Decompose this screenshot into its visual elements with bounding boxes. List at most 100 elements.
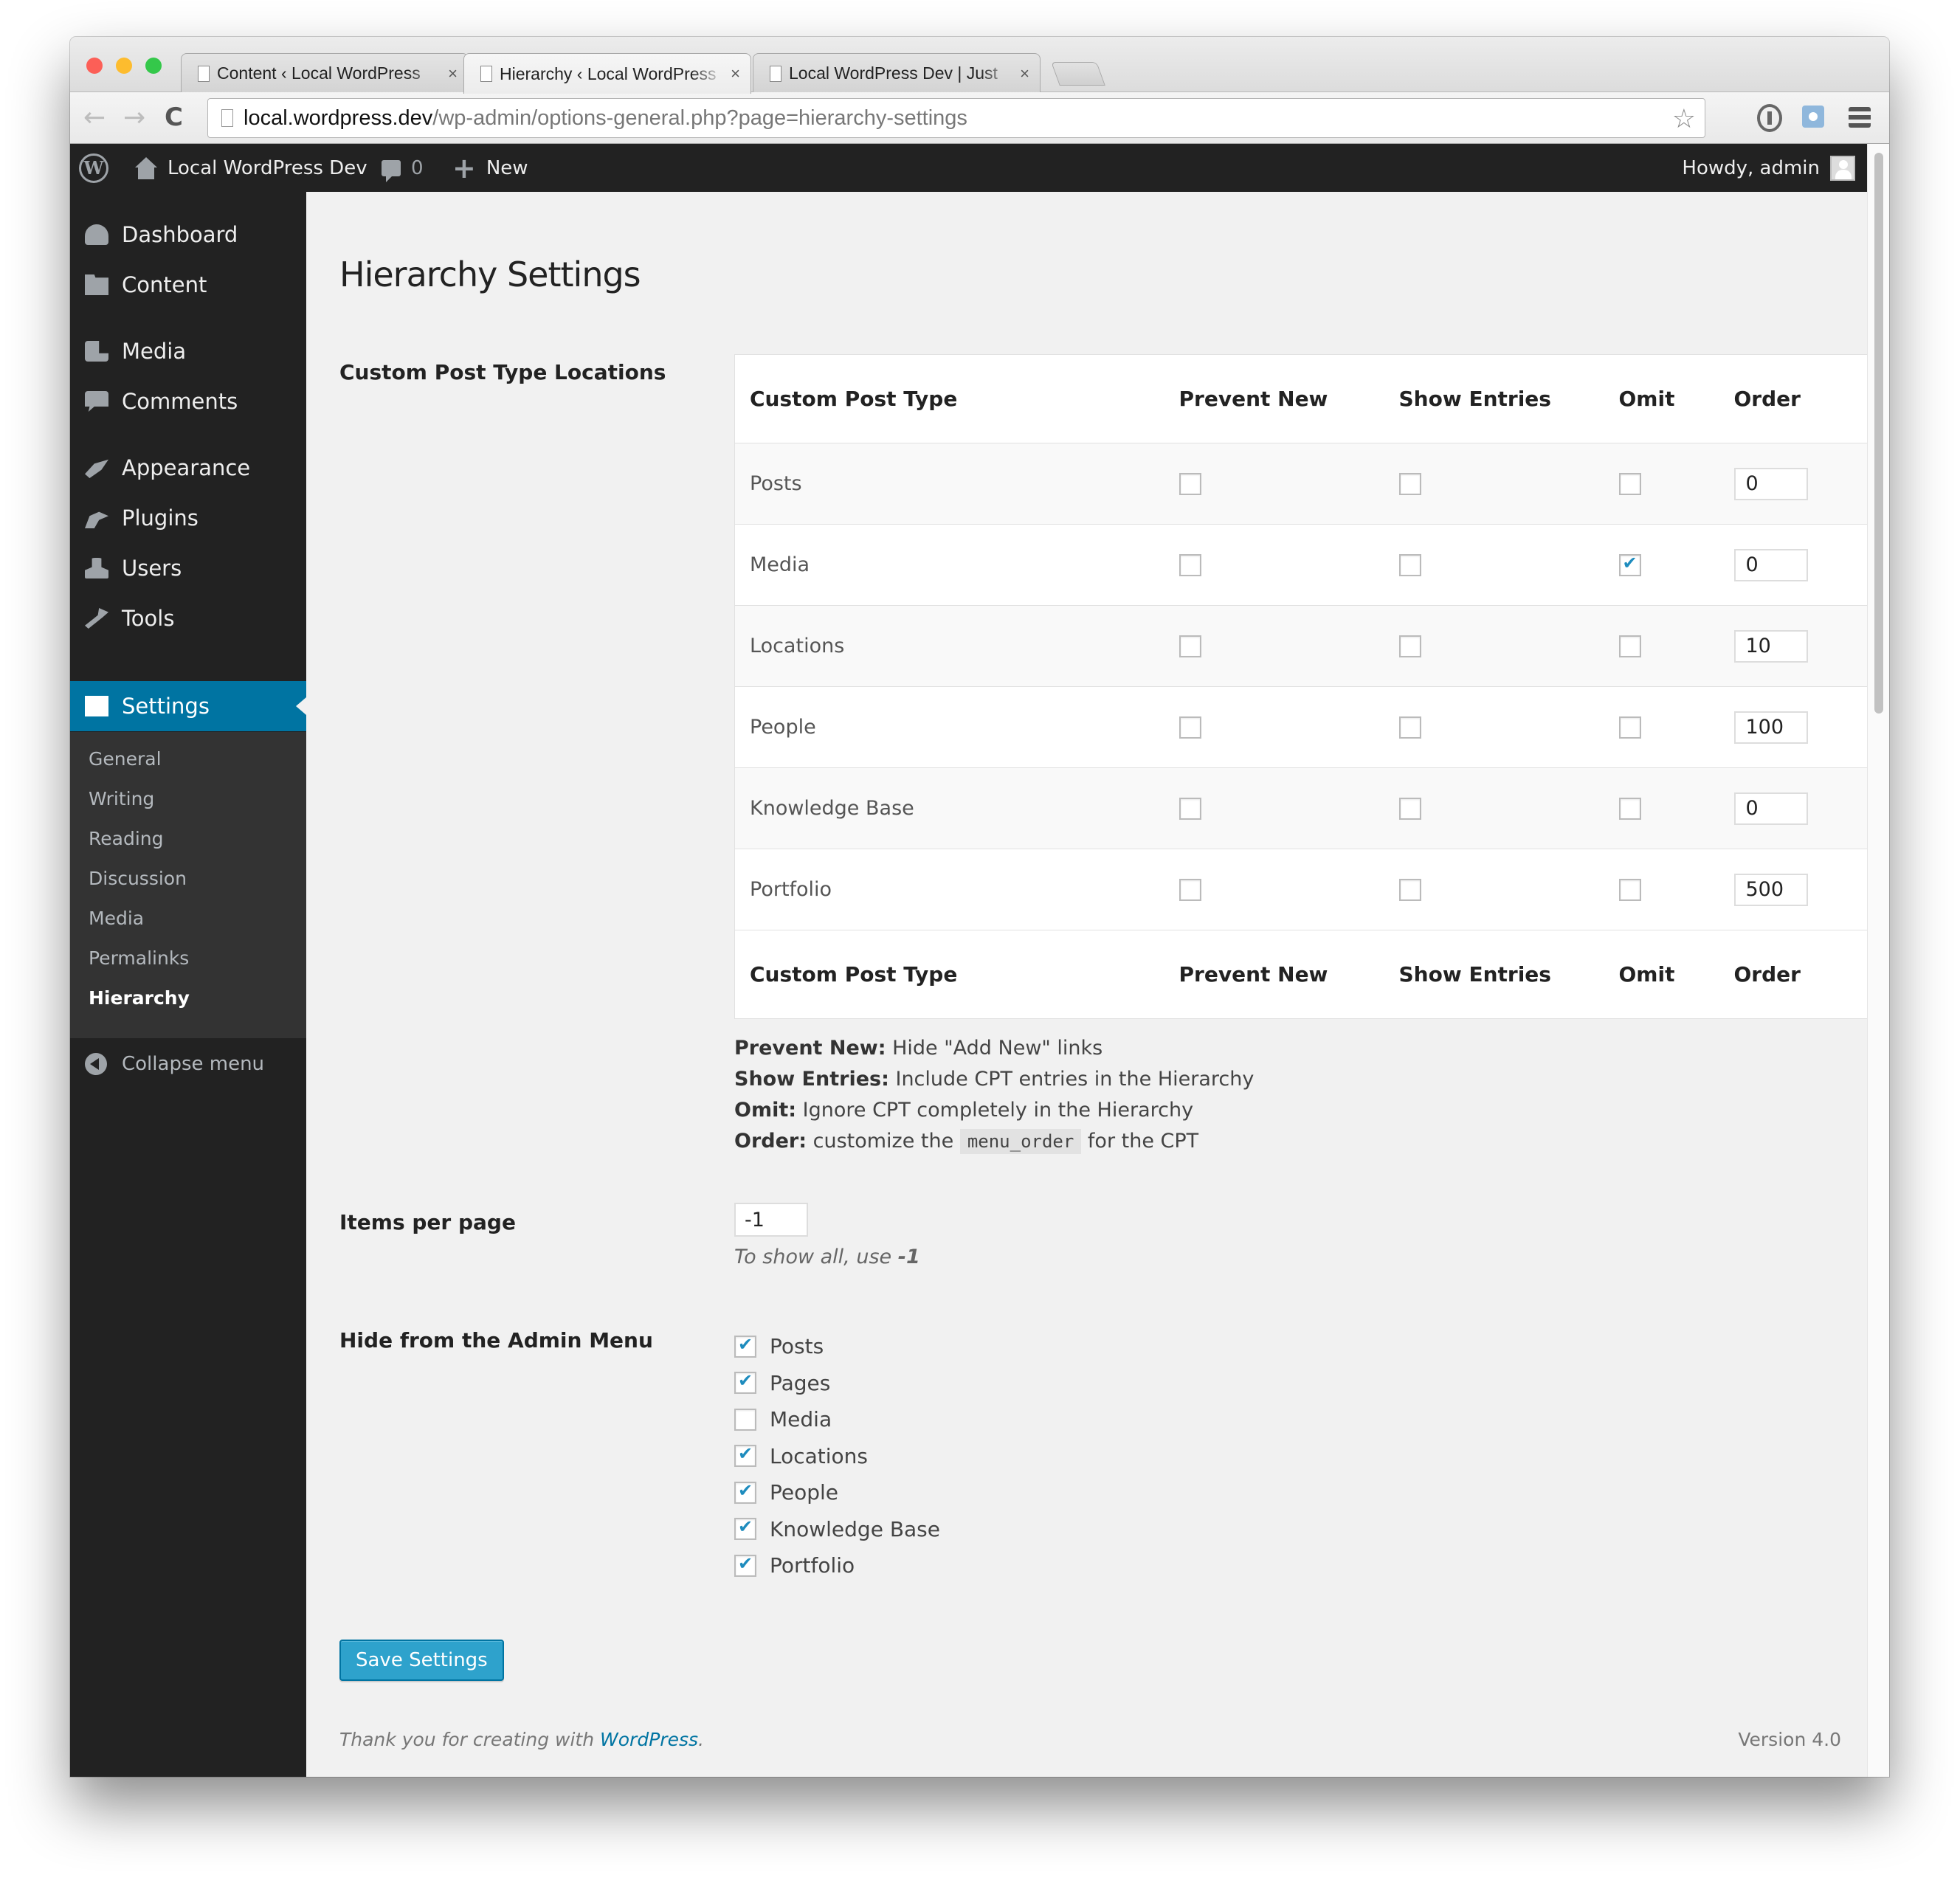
sidebar-item-media[interactable]: Media xyxy=(70,326,306,376)
order-input[interactable] xyxy=(1733,548,1808,581)
hide-menu-option-label: Knowledge Base xyxy=(770,1516,940,1541)
page-scrollbar[interactable] xyxy=(1867,144,1889,1777)
hide-menu-option[interactable]: Posts xyxy=(734,1328,940,1365)
prevent-new-checkbox[interactable] xyxy=(1179,879,1201,902)
show-entries-checkbox[interactable] xyxy=(1398,554,1421,577)
submenu-item-writing[interactable]: Writing xyxy=(70,779,306,819)
order-input[interactable] xyxy=(1733,711,1808,744)
scrollbar-thumb[interactable] xyxy=(1874,153,1883,714)
collapse-menu-button[interactable]: Collapse menu xyxy=(70,1038,306,1090)
hide-menu-option[interactable]: People xyxy=(734,1474,940,1511)
omit-checkbox[interactable] xyxy=(1618,716,1641,739)
browser-tab-site[interactable]: Local WordPress Dev | Just × xyxy=(753,53,1041,93)
avatar xyxy=(1830,155,1855,181)
order-input[interactable] xyxy=(1733,792,1808,825)
tab-close-icon[interactable]: × xyxy=(448,64,458,83)
omit-checkbox[interactable] xyxy=(1618,879,1641,902)
sidebar-item-appearance[interactable]: Appearance xyxy=(70,443,306,493)
sidebar-item-label: Users xyxy=(122,556,182,581)
prevent-new-checkbox[interactable] xyxy=(1179,635,1201,658)
order-input[interactable] xyxy=(1733,467,1808,500)
sidebar-item-settings[interactable]: Settings xyxy=(70,681,306,731)
submenu-item-general[interactable]: General xyxy=(70,739,306,779)
hide-menu-checkbox[interactable] xyxy=(734,1334,756,1358)
omit-checkbox[interactable] xyxy=(1618,553,1641,577)
browser-tab-hierarchy[interactable]: Hierarchy ‹ Local WordPress × xyxy=(463,53,751,94)
new-tab-button[interactable] xyxy=(1051,62,1105,86)
forward-arrow-icon[interactable]: → xyxy=(123,103,145,133)
tab-title: Hierarchy ‹ Local WordPress xyxy=(500,63,717,83)
wordpress-link[interactable]: WordPress xyxy=(600,1729,698,1750)
tab-title: Content ‹ Local WordPress xyxy=(217,63,421,83)
submenu-item-permalinks[interactable]: Permalinks xyxy=(70,939,306,978)
show-entries-checkbox[interactable] xyxy=(1398,798,1421,821)
column-header-order: Order xyxy=(1733,387,1801,411)
prevent-new-checkbox[interactable] xyxy=(1179,554,1201,577)
camera-extension-icon[interactable] xyxy=(1802,106,1824,128)
comments-link[interactable]: 0 xyxy=(382,144,424,192)
back-arrow-icon[interactable]: ← xyxy=(83,103,106,133)
show-entries-checkbox[interactable] xyxy=(1398,716,1421,739)
submenu-item-media[interactable]: Media xyxy=(70,899,306,939)
hide-menu-option[interactable]: Pages xyxy=(734,1365,940,1402)
sidebar-item-label: Appearance xyxy=(122,455,251,480)
browser-tab-content[interactable]: Content ‹ Local WordPress × xyxy=(181,53,469,93)
menu-order-code: menu_order xyxy=(959,1129,1082,1154)
submenu-item-reading[interactable]: Reading xyxy=(70,819,306,859)
sidebar-item-plugins[interactable]: Plugins xyxy=(70,493,306,543)
site-name-link[interactable]: Local WordPress Dev xyxy=(135,144,368,192)
hide-menu-checkbox[interactable] xyxy=(734,1553,756,1577)
save-settings-button[interactable]: Save Settings xyxy=(339,1640,504,1681)
order-cell xyxy=(1719,767,1889,849)
sidebar-item-dashboard[interactable]: Dashboard xyxy=(70,210,306,260)
omit-checkbox[interactable] xyxy=(1618,798,1641,821)
tab-close-icon[interactable]: × xyxy=(1020,64,1029,83)
order-input[interactable] xyxy=(1733,873,1808,906)
sidebar-item-comments[interactable]: Comments xyxy=(70,376,306,426)
checkbox-cell xyxy=(1604,443,1719,525)
browser-toolbar: ← → C local.wordpress.dev /wp-admin/opti… xyxy=(70,92,1889,144)
submenu-item-discussion[interactable]: Discussion xyxy=(70,859,306,899)
hide-menu-option[interactable]: Portfolio xyxy=(734,1547,940,1584)
cpt-name: Posts xyxy=(734,443,1164,525)
prevent-new-checkbox[interactable] xyxy=(1179,473,1201,496)
hide-menu-checkbox[interactable] xyxy=(734,1516,756,1541)
bookmark-star-icon[interactable]: ☆ xyxy=(1672,103,1696,134)
hide-menu-checkbox[interactable] xyxy=(734,1370,756,1395)
hide-menu-option[interactable]: Knowledge Base xyxy=(734,1511,940,1548)
address-bar[interactable]: local.wordpress.dev /wp-admin/options-ge… xyxy=(207,98,1705,138)
hide-menu-checkbox[interactable] xyxy=(734,1443,756,1468)
submenu-item-hierarchy[interactable]: Hierarchy xyxy=(70,978,306,1018)
close-window-button[interactable] xyxy=(86,58,103,74)
zoom-window-button[interactable] xyxy=(145,58,162,74)
show-entries-checkbox[interactable] xyxy=(1398,879,1421,902)
hide-menu-option-label: Posts xyxy=(770,1334,824,1359)
password-manager-icon[interactable] xyxy=(1757,104,1782,132)
browser-menu-icon[interactable] xyxy=(1849,107,1871,128)
sidebar-item-users[interactable]: Users xyxy=(70,543,306,593)
comment-bubble-icon xyxy=(382,159,401,182)
hide-menu-checkbox[interactable] xyxy=(734,1480,756,1504)
show-entries-checkbox[interactable] xyxy=(1398,635,1421,658)
tab-close-icon[interactable]: × xyxy=(731,64,740,83)
new-content-link[interactable]: + New xyxy=(452,144,528,192)
minimize-window-button[interactable] xyxy=(116,58,132,74)
prevent-new-checkbox[interactable] xyxy=(1179,798,1201,821)
legend-show-entries: Show Entries: Include CPT entries in the… xyxy=(734,1064,1254,1095)
items-per-page-input[interactable] xyxy=(734,1203,808,1237)
order-input[interactable] xyxy=(1733,629,1808,663)
hide-menu-option[interactable]: Locations xyxy=(734,1438,940,1475)
table-row: Posts xyxy=(734,443,1889,525)
prevent-new-checkbox[interactable] xyxy=(1179,716,1201,739)
reload-icon[interactable]: C xyxy=(165,103,183,132)
my-account-menu[interactable]: Howdy, admin xyxy=(1682,144,1855,192)
cpt-name: Locations xyxy=(734,605,1164,687)
hide-menu-option[interactable]: Media xyxy=(734,1401,940,1438)
omit-checkbox[interactable] xyxy=(1618,635,1641,658)
show-entries-checkbox[interactable] xyxy=(1398,473,1421,496)
hide-menu-checkbox[interactable] xyxy=(734,1408,756,1431)
sidebar-item-tools[interactable]: Tools xyxy=(70,593,306,643)
omit-checkbox[interactable] xyxy=(1618,473,1641,496)
wp-logo-menu[interactable]: W xyxy=(79,144,108,192)
sidebar-item-content[interactable]: Content xyxy=(70,260,306,310)
